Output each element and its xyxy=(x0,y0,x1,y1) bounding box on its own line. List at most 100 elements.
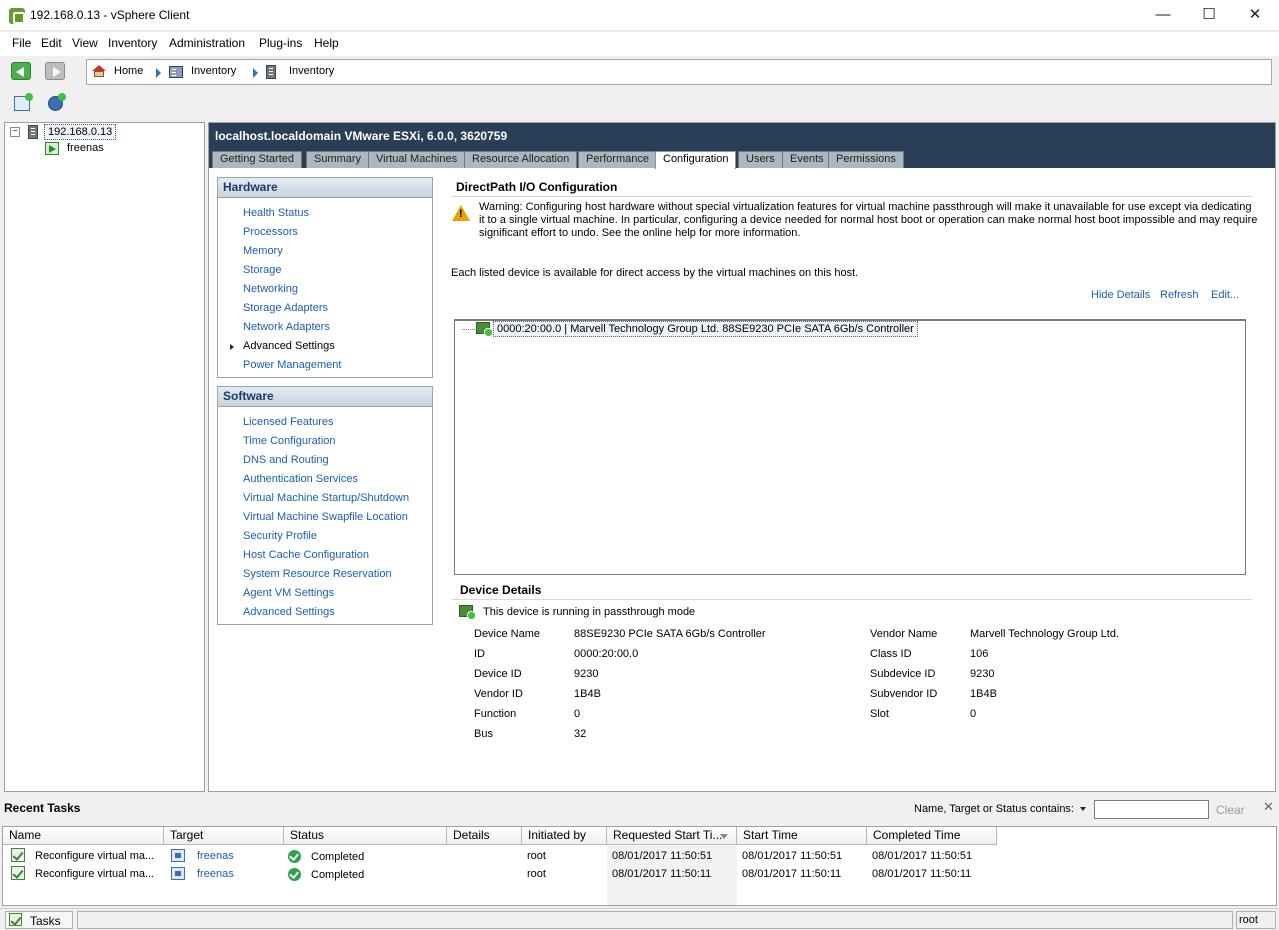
software-item-authentication-services[interactable]: Authentication Services xyxy=(243,473,358,485)
software-header: Software xyxy=(218,387,432,407)
hardware-section: Hardware Health Status Processors Memory… xyxy=(217,177,433,378)
directpath-warning: Warning: Configuring host hardware witho… xyxy=(479,201,1258,239)
menu-view[interactable]: View xyxy=(72,36,98,50)
task-target-link[interactable]: freenas xyxy=(197,850,234,862)
tree-connector xyxy=(463,329,475,330)
tree-collapse-toggle[interactable]: − xyxy=(10,127,20,137)
back-button[interactable] xyxy=(11,62,31,80)
inventory-icon xyxy=(169,66,183,78)
warning-icon xyxy=(452,205,470,221)
device-list-item[interactable]: 0000:20:00.0 | Marvell Technology Group … xyxy=(493,321,918,337)
close-tasks-icon[interactable]: ✕ xyxy=(1263,799,1274,815)
detail-value-device-name: 88SE9230 PCIe SATA 6Gb/s Controller xyxy=(574,628,766,640)
menu-administration[interactable]: Administration xyxy=(169,36,245,50)
hardware-item-memory[interactable]: Memory xyxy=(243,245,283,257)
close-button[interactable]: ✕ xyxy=(1232,0,1278,31)
software-item-advanced-settings[interactable]: Advanced Settings xyxy=(243,606,335,618)
detail-value-vendor-id: 1B4B xyxy=(574,688,601,700)
software-item-security-profile[interactable]: Security Profile xyxy=(243,530,317,542)
column-header-start-time[interactable]: Start Time xyxy=(737,827,867,845)
menu-plugins[interactable]: Plug-ins xyxy=(259,36,302,50)
detail-value-class-id: 106 xyxy=(970,648,989,660)
tab-events[interactable]: Events xyxy=(782,151,832,168)
menu-file[interactable]: File xyxy=(12,36,31,50)
filter-dropdown-icon[interactable] xyxy=(1080,807,1086,811)
software-section: Software Licensed Features Time Configur… xyxy=(217,386,433,625)
detail-label-device-id: Device ID xyxy=(474,668,522,680)
detail-label-function: Function xyxy=(474,708,517,720)
breadcrumb-inventory[interactable]: Inventory xyxy=(191,65,236,77)
breadcrumb-bar: Home Inventory Inventory xyxy=(86,59,1272,85)
title-bar: 192.168.0.13 - vSphere Client — ☐ ✕ xyxy=(0,0,1279,31)
software-item-vm-startup-shutdown[interactable]: Virtual Machine Startup/Shutdown xyxy=(243,492,409,504)
hardware-item-health-status[interactable]: Health Status xyxy=(243,207,309,219)
tab-users[interactable]: Users xyxy=(738,151,783,168)
new-vm-icon[interactable] xyxy=(14,93,33,111)
recent-tasks-table: Name Target Status Details Initiated by … xyxy=(2,826,1277,906)
column-header-completed-time[interactable]: Completed Time xyxy=(867,827,997,845)
refresh-link[interactable]: Refresh xyxy=(1160,289,1199,301)
vm-icon xyxy=(171,867,185,880)
hardware-item-power-management[interactable]: Power Management xyxy=(243,359,341,371)
software-item-time-configuration[interactable]: Time Configuration xyxy=(243,435,336,447)
vm-powered-on-icon xyxy=(45,142,59,155)
status-bar: Tasks root xyxy=(0,908,1279,930)
hardware-item-advanced-settings[interactable]: Advanced Settings xyxy=(243,340,335,352)
hardware-item-networking[interactable]: Networking xyxy=(243,283,298,295)
completed-status-icon xyxy=(288,850,301,863)
new-resource-pool-icon[interactable] xyxy=(48,93,66,111)
detail-value-id: 0000:20:00.0 xyxy=(574,648,639,660)
software-item-system-resource-reservation[interactable]: System Resource Reservation xyxy=(243,568,392,580)
clear-filter-button[interactable]: Clear xyxy=(1216,803,1245,817)
task-target-link[interactable]: freenas xyxy=(197,868,234,880)
hide-details-link[interactable]: Hide Details xyxy=(1091,289,1150,301)
software-item-vm-swapfile-location[interactable]: Virtual Machine Swapfile Location xyxy=(243,511,408,523)
recent-tasks-header: Recent Tasks Name, Target or Status cont… xyxy=(0,794,1279,824)
minimize-button[interactable]: — xyxy=(1140,0,1186,31)
hardware-item-storage[interactable]: Storage xyxy=(243,264,282,276)
tree-host-node[interactable]: 192.168.0.13 xyxy=(44,124,117,140)
device-status: This device is running in passthrough mo… xyxy=(483,606,696,618)
tab-summary[interactable]: Summary xyxy=(306,151,370,168)
host-configuration-panel: localhost.localdomain VMware ESXi, 6.0.0… xyxy=(208,122,1276,792)
column-header-details[interactable]: Details xyxy=(447,827,522,845)
menu-inventory[interactable]: Inventory xyxy=(108,36,157,50)
hardware-item-processors[interactable]: Processors xyxy=(243,226,298,238)
column-header-status[interactable]: Status xyxy=(284,827,447,845)
software-item-host-cache-configuration[interactable]: Host Cache Configuration xyxy=(243,549,369,561)
tab-getting-started[interactable]: Getting Started xyxy=(212,151,302,168)
tab-configuration[interactable]: Configuration xyxy=(655,151,737,169)
tasks-button[interactable]: Tasks xyxy=(5,911,73,929)
tasks-button-label: Tasks xyxy=(30,914,61,928)
menu-edit[interactable]: Edit xyxy=(41,36,62,50)
tab-permissions[interactable]: Permissions xyxy=(828,151,904,168)
maximize-button[interactable]: ☐ xyxy=(1186,0,1232,31)
hardware-item-network-adapters[interactable]: Network Adapters xyxy=(243,321,330,333)
tree-vm-node[interactable]: freenas xyxy=(67,142,104,154)
tasks-icon xyxy=(9,913,22,926)
task-complete-icon xyxy=(11,848,25,862)
breadcrumb-inventory-host[interactable]: Inventory xyxy=(289,65,334,77)
tab-virtual-machines[interactable]: Virtual Machines xyxy=(368,151,466,168)
column-header-name[interactable]: Name xyxy=(3,827,164,845)
host-inventory-icon xyxy=(266,65,276,79)
column-header-target[interactable]: Target xyxy=(164,827,284,845)
software-item-dns-routing[interactable]: DNS and Routing xyxy=(243,454,329,466)
column-header-initiated-by[interactable]: Initiated by xyxy=(522,827,607,845)
host-header: localhost.localdomain VMware ESXi, 6.0.0… xyxy=(209,123,1275,151)
task-filter-input[interactable] xyxy=(1094,800,1209,819)
hardware-item-storage-adapters[interactable]: Storage Adapters xyxy=(243,302,328,314)
software-item-licensed-features[interactable]: Licensed Features xyxy=(243,416,334,428)
breadcrumb-home[interactable]: Home xyxy=(114,65,143,77)
detail-label-bus: Bus xyxy=(474,728,493,740)
software-item-agent-vm-settings[interactable]: Agent VM Settings xyxy=(243,587,334,599)
detail-value-subvendor-id: 1B4B xyxy=(970,688,997,700)
edit-link[interactable]: Edit... xyxy=(1211,289,1239,301)
back-arrow-icon xyxy=(16,67,24,77)
forward-button[interactable] xyxy=(45,62,65,80)
tab-performance[interactable]: Performance xyxy=(578,151,657,168)
menu-help[interactable]: Help xyxy=(314,36,339,50)
column-header-requested-start[interactable]: Requested Start Ti... xyxy=(607,827,737,845)
device-details-title: Device Details xyxy=(460,583,542,597)
tab-resource-allocation[interactable]: Resource Allocation xyxy=(464,151,578,168)
